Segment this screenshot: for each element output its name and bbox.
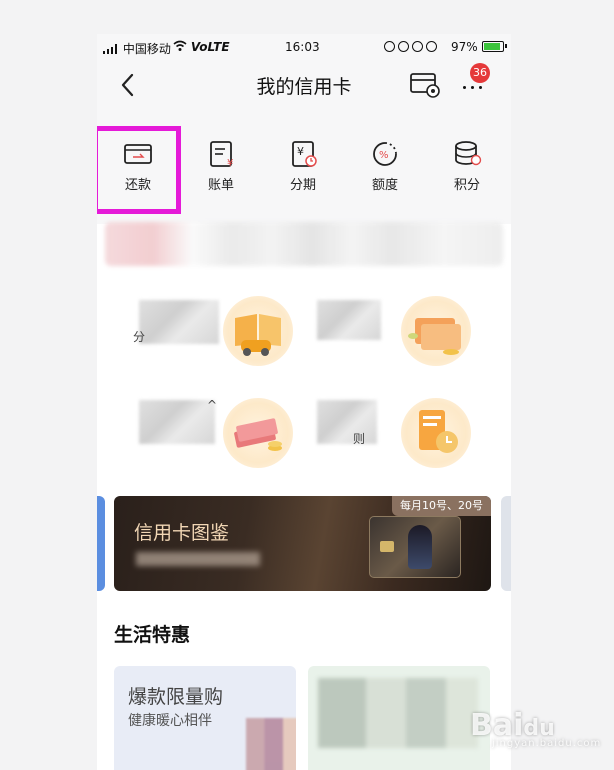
promo-tile[interactable]: 则 — [311, 394, 481, 482]
points-icon — [455, 141, 482, 166]
svg-text:¥: ¥ — [297, 145, 304, 158]
promo-tile[interactable] — [311, 292, 481, 380]
page-title: 我的信用卡 — [256, 76, 352, 98]
promo-tile[interactable]: ^ — [129, 394, 299, 482]
vibrate-icon — [398, 41, 409, 52]
quick-action-label: 账单 — [207, 178, 234, 193]
quick-action-bill[interactable]: ¥ 账单 — [189, 138, 253, 204]
phone-screen: 中国移动 VoLTE 16:03 97% 我的信用卡 36 还款 ¥ 账单 ¥ … — [97, 34, 511, 770]
shield-icon — [384, 41, 395, 52]
carousel-next-peek[interactable] — [501, 496, 511, 591]
offer-card[interactable] — [308, 666, 490, 770]
clock: 16:03 — [285, 40, 320, 54]
blurred-text — [317, 400, 377, 444]
section-title: 生活特惠 — [114, 624, 191, 646]
repay-highlight-box — [97, 126, 181, 214]
carousel-prev-peek[interactable] — [97, 496, 105, 591]
quick-action-credit-limit[interactable]: % 额度 — [353, 138, 417, 204]
quick-action-label: 额度 — [371, 178, 398, 193]
promo-partial-text: 分 — [133, 330, 146, 344]
vpn-icon — [412, 41, 423, 52]
cards-coins-icon — [401, 296, 471, 366]
quick-action-label: 分期 — [289, 178, 316, 193]
alarm-icon — [426, 41, 437, 52]
quick-action-installment[interactable]: ¥ 分期 — [271, 138, 335, 204]
carrier-name: 中国移动 — [122, 42, 171, 56]
credit-limit-icon: % — [373, 142, 397, 166]
more-dot — [471, 86, 474, 89]
card-gallery-banner[interactable]: 信用卡图鉴 每月10号、20号 — [114, 496, 491, 591]
blurred-banner — [105, 222, 503, 266]
banner-subtitle-blurred — [136, 552, 260, 566]
installment-icon: ¥ — [292, 141, 317, 167]
battery-fill — [483, 43, 500, 50]
book-car-icon — [223, 296, 293, 366]
offer-subtitle: 健康暖心相伴 — [128, 713, 212, 729]
offer-title: 爆款限量购 — [128, 686, 224, 708]
offer-image-blurred — [318, 678, 478, 748]
bill-icon: ¥ — [210, 141, 233, 168]
svg-text:¥: ¥ — [227, 158, 233, 168]
signal-icon — [103, 44, 119, 54]
quick-action-label: 积分 — [453, 178, 480, 193]
banner-date-tag: 每月10号、20号 — [392, 496, 491, 516]
wifi-icon — [173, 40, 187, 51]
offer-card[interactable]: 爆款限量购 健康暖心相伴 — [114, 666, 296, 770]
credit-card-image — [369, 516, 461, 578]
offer-image-blurred — [246, 718, 296, 770]
battery-group: 97% — [451, 40, 507, 54]
signal-group: 中国移动 — [103, 40, 171, 57]
status-bar: 中国移动 VoLTE 16:03 97% — [97, 34, 511, 60]
card-settings-icon[interactable] — [409, 71, 441, 99]
network-group: VoLTE — [173, 40, 230, 54]
network-type: VoLTE — [190, 40, 230, 54]
document-clock-icon — [401, 398, 471, 468]
promo-partial-text: ^ — [207, 398, 218, 412]
notification-badge: 36 — [470, 63, 490, 83]
promo-tile[interactable]: 分 — [129, 292, 299, 380]
svg-text:%: % — [379, 150, 389, 161]
banner-title: 信用卡图鉴 — [134, 522, 230, 544]
watermark-logo: Baidu jingyan.baidu.com — [470, 708, 602, 749]
header-bar: 我的信用卡 36 — [97, 60, 511, 110]
more-dot — [479, 86, 482, 89]
battery-icon — [481, 41, 507, 52]
promo-partial-text: 则 — [353, 432, 366, 446]
status-icons — [381, 40, 437, 54]
blurred-text — [317, 300, 381, 340]
blurred-text — [139, 300, 219, 344]
battery-percent: 97% — [451, 40, 478, 54]
more-dot — [463, 86, 466, 89]
blurred-text — [139, 400, 215, 444]
quick-action-points[interactable]: 积分 — [435, 138, 499, 204]
card-chip — [380, 541, 394, 552]
cash-stack-icon — [223, 398, 293, 468]
